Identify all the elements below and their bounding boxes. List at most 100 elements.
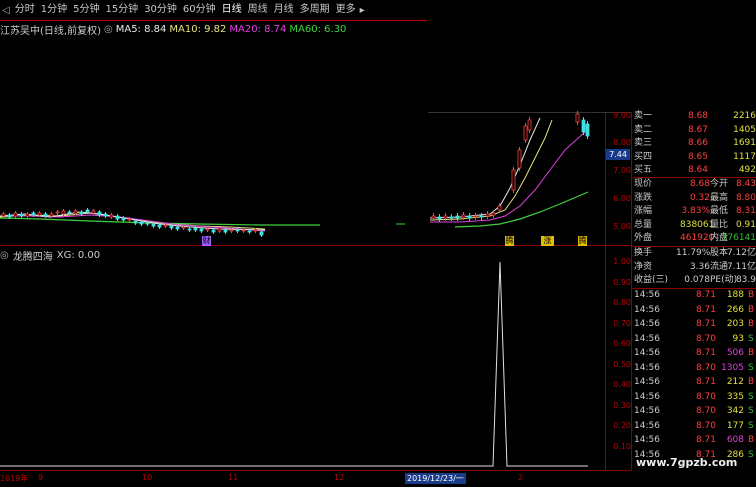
tick-time: 14:56 <box>634 333 660 344</box>
quote-value: 8.80 <box>735 192 756 203</box>
order-book-row: 卖二 8.67 1405 <box>632 124 756 137</box>
tick-price: 8.71 <box>695 304 716 315</box>
stats-label: 收益(三) <box>634 275 669 285</box>
candle <box>223 229 228 233</box>
tick-row: 14:56 8.71 188 B <box>632 289 756 302</box>
candle <box>25 213 30 217</box>
candle <box>55 211 60 214</box>
quote-value: 8.68 <box>689 179 710 189</box>
candle <box>7 214 12 218</box>
order-price: 8.68 <box>687 111 708 121</box>
candle <box>61 210 66 215</box>
tick-price: 8.70 <box>695 333 716 344</box>
event-marker-1[interactable]: 腾 <box>505 236 514 246</box>
kline-chart[interactable] <box>0 0 632 487</box>
order-volume: 1117 <box>733 151 756 162</box>
tick-row: 14:56 8.70 342 S <box>632 405 756 418</box>
tick-side: S <box>748 406 754 416</box>
candle <box>517 149 522 169</box>
tick-volume: 203 <box>726 319 744 329</box>
tick-price: 8.70 <box>695 391 716 402</box>
candle <box>431 215 436 219</box>
candle <box>205 228 210 231</box>
x-axis-label: 11 <box>228 473 239 482</box>
candle <box>31 212 36 216</box>
candle <box>43 213 48 217</box>
candle <box>79 211 84 215</box>
candle <box>575 113 580 123</box>
order-label: 买五 <box>634 165 653 175</box>
candle <box>443 215 448 219</box>
tick-volume: 212 <box>726 377 744 387</box>
candle <box>449 216 454 219</box>
indicator-y-tick: 1.00 <box>613 257 631 266</box>
quote-value: 376141 <box>721 233 756 243</box>
tick-row: 14:56 8.70 335 S <box>632 391 756 404</box>
tick-row: 14:56 8.71 608 B <box>632 434 756 447</box>
candle <box>145 222 150 225</box>
tick-volume: 188 <box>726 290 744 300</box>
tick-side: S <box>748 391 754 402</box>
quote-row: 总量 838061 量比 0.91 <box>632 219 756 232</box>
quote-label: 量比 <box>710 219 729 230</box>
tick-side: B <box>748 304 755 315</box>
main-y-tick: 9.00 <box>613 111 631 120</box>
candle <box>97 211 102 216</box>
event-marker-2[interactable]: 涨跌 <box>541 236 554 255</box>
tick-side: B <box>748 377 755 387</box>
quote-label: 涨跌 <box>634 192 653 203</box>
tick-side: B <box>748 435 755 445</box>
candle <box>67 211 72 214</box>
indicator-y-tick: 0.70 <box>613 318 631 328</box>
tick-side: S <box>748 333 754 344</box>
candles-right <box>431 111 590 222</box>
ma20-line-right <box>430 131 586 223</box>
indicator-header: ◎ 龙腾四海 XG: 0.00 <box>0 248 100 263</box>
stats-row: 收益(三) 0.078 PE(动) 83.9 <box>632 274 756 287</box>
candle <box>115 215 120 220</box>
event-marker-finance[interactable]: 财 <box>202 236 211 246</box>
candle <box>103 213 108 217</box>
tick-row: 14:56 8.71 203 B <box>632 318 756 331</box>
candle <box>229 229 234 232</box>
indicator-settings-icon[interactable]: ◎ <box>0 250 9 261</box>
tick-row: 14:56 8.71 266 B <box>632 304 756 317</box>
tick-volume: 93 <box>732 333 744 344</box>
candle <box>37 212 42 216</box>
stats-value: 83.9 <box>735 275 756 285</box>
tick-time: 14:56 <box>634 362 660 373</box>
quote-row: 外盘 461920 内盘 376141 <box>632 232 756 245</box>
tick-time: 14:56 <box>634 348 660 358</box>
tick-time: 14:56 <box>634 435 660 445</box>
indicator-y-tick: 0.60 <box>613 339 631 348</box>
candle <box>139 221 144 225</box>
candle <box>211 229 216 233</box>
tick-time: 14:56 <box>634 290 660 300</box>
candle <box>217 228 222 232</box>
tick-price: 8.71 <box>695 319 716 329</box>
order-price: 8.64 <box>687 165 708 175</box>
tick-row: 14:56 8.70 1305 S <box>632 362 756 375</box>
stats-label: 净资 <box>634 261 653 272</box>
quote-value: 0.91 <box>735 219 756 230</box>
current-price-marker: 7.44 <box>606 149 630 160</box>
watermark: www.7gpzb.com <box>636 456 738 469</box>
x-axis-label: 2 <box>518 473 524 482</box>
x-axis-label: 12 <box>334 473 345 482</box>
ma5-line-right <box>429 117 541 219</box>
main-y-tick: 5.00 <box>613 222 631 231</box>
tick-volume: 608 <box>726 435 744 445</box>
quote-row: 涨幅 3.83% 最低 8.31 <box>632 205 756 218</box>
candle <box>109 214 114 218</box>
event-marker-3[interactable]: 腾 <box>578 236 587 246</box>
tick-side: B <box>748 290 755 300</box>
tick-row: 14:56 8.71 506 B <box>632 347 756 360</box>
quote-value: 461920 <box>680 233 715 243</box>
x-axis-label: 2019年 <box>0 474 29 483</box>
quote-value: 8.43 <box>735 179 756 189</box>
order-label: 卖二 <box>634 124 653 135</box>
tick-price: 8.71 <box>695 377 716 387</box>
tick-price: 8.70 <box>695 406 716 416</box>
tick-price: 8.71 <box>695 290 716 300</box>
quote-value: 0.32 <box>689 192 710 203</box>
